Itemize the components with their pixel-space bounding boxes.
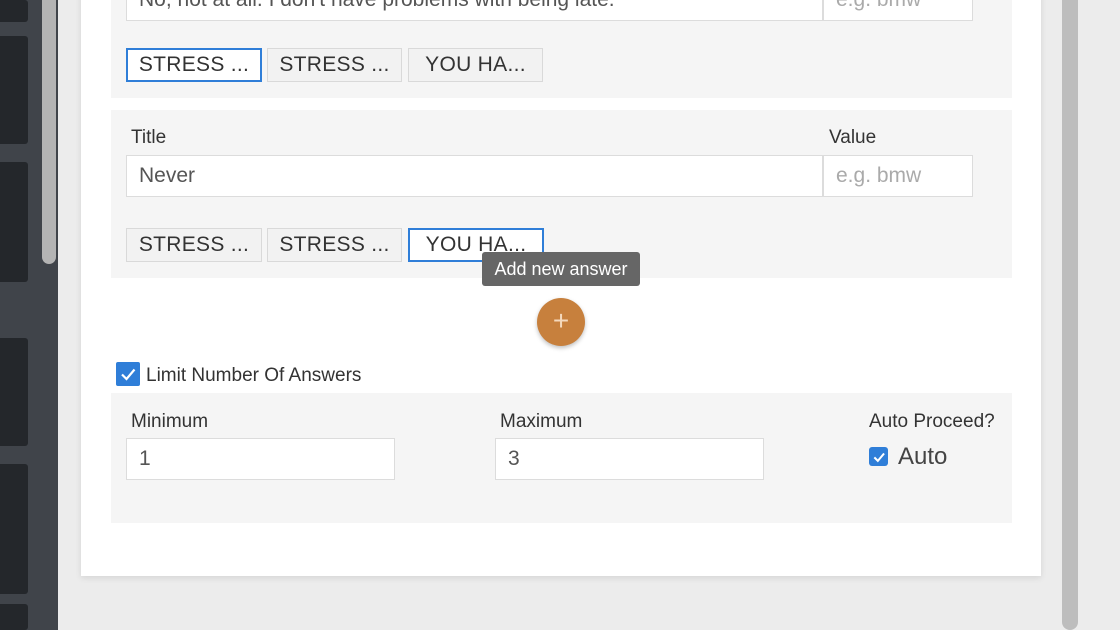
tag-button[interactable]: STRESS ... (126, 48, 262, 82)
answer-title-input[interactable] (126, 155, 823, 197)
maximum-label: Maximum (500, 411, 583, 432)
checkmark-icon (121, 368, 136, 381)
rail-block (0, 162, 28, 282)
limit-answers-checkbox[interactable] (116, 362, 140, 386)
answer-value-input[interactable] (823, 155, 973, 197)
add-answer-button[interactable]: + (537, 298, 585, 346)
answer-value-input[interactable] (823, 0, 973, 21)
limit-settings: Minimum Maximum Auto Proceed? Auto (111, 393, 1012, 523)
value-label: Value (829, 127, 877, 148)
plus-icon: + (552, 305, 570, 336)
answer-title-input[interactable] (126, 0, 823, 21)
question-panel: STRESS ... STRESS ... YOU HA... Title Va… (81, 0, 1041, 576)
minimum-input[interactable] (126, 438, 395, 480)
auto-proceed-checkbox[interactable] (869, 447, 888, 466)
rail-block (0, 0, 28, 22)
left-rail (0, 0, 58, 630)
auto-label: Auto (898, 443, 948, 470)
rail-block (0, 338, 28, 446)
rail-block (0, 36, 28, 144)
tag-button[interactable]: STRESS ... (126, 228, 262, 262)
tag-button[interactable]: STRESS ... (267, 228, 402, 262)
rail-scrollbar[interactable] (42, 0, 56, 264)
minimum-label: Minimum (131, 411, 209, 432)
rail-block (0, 464, 28, 594)
tag-button[interactable]: STRESS ... (267, 48, 402, 82)
maximum-input[interactable] (495, 438, 764, 480)
limit-answers-label: Limit Number Of Answers (146, 365, 362, 386)
add-answer-tooltip: Add new answer (482, 252, 640, 286)
rail-block (0, 604, 28, 630)
auto-proceed-label: Auto Proceed? (869, 411, 995, 432)
answer-item: STRESS ... STRESS ... YOU HA... (111, 0, 1012, 98)
page-scrollbar[interactable] (1062, 0, 1078, 630)
title-label: Title (131, 127, 167, 148)
tag-button[interactable]: YOU HA... (408, 48, 543, 82)
checkmark-icon (873, 452, 885, 462)
